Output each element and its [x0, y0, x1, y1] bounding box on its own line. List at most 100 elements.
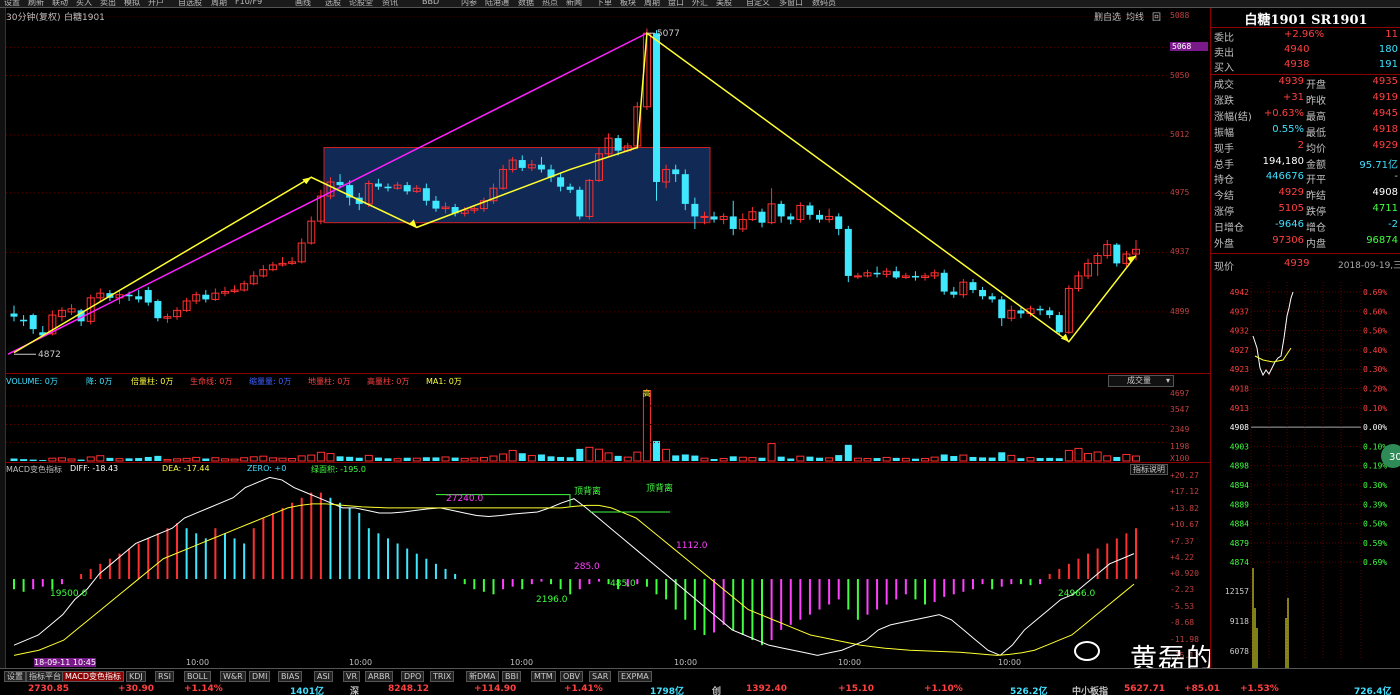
indicator-tab[interactable]: ASI: [314, 671, 333, 682]
volume-bar: [767, 443, 776, 462]
volume-bar: [825, 457, 834, 462]
mini-volume-tick: 6078: [1230, 647, 1249, 656]
toolbar-item-26[interactable]: 板块: [620, 0, 636, 7]
candle-body-up: [700, 215, 709, 218]
indicator-tab[interactable]: BOLL: [184, 671, 211, 682]
intraday-mini-chart[interactable]: 4942 0.69% 4937 0.60% 4932 0.50% 4927 0.40% 4923…: [1211, 278, 1400, 668]
volume-bar: [1113, 456, 1121, 461]
indicator-tab[interactable]: W&R: [220, 671, 246, 682]
indicator-tab[interactable]: 指标平台: [26, 671, 64, 682]
indicator-tab[interactable]: OBV: [560, 671, 584, 682]
quote-row-2: 买入 4938 191: [1214, 59, 1400, 74]
index-value: 中小板指: [1072, 687, 1109, 695]
volume-bar: [748, 457, 757, 462]
toolbar-item-3[interactable]: 买入: [76, 0, 92, 7]
chevron-down-icon: ▾: [1165, 376, 1170, 385]
mini-price-tick: 4879: [1230, 539, 1249, 548]
quote-value: 4929: [1372, 139, 1398, 151]
toolbar-item-13[interactable]: 选股: [325, 0, 341, 7]
toolbar-item-6[interactable]: 开户: [148, 0, 164, 7]
candle-body-down: [202, 294, 210, 300]
indicator-tab[interactable]: ARBR: [365, 671, 394, 682]
indicator-tab[interactable]: EXPMA: [618, 671, 652, 682]
volume-chart[interactable]: 高: [6, 388, 1168, 463]
candle-body-down: [844, 228, 852, 276]
top-toolbar: 设置 刷新 联动 买入 卖出 模拟 开户 自选股 周期 F10/F9 画线 选股 论股堂 资讯 BBD 内参 陆…: [0, 0, 1400, 8]
toolbar-item-15[interactable]: 资讯: [382, 0, 398, 7]
indicator-tab[interactable]: 设置: [4, 671, 26, 682]
macd-annotation: 顶背离: [574, 485, 601, 497]
indicator-tab[interactable]: MACD变色指标: [62, 671, 124, 682]
index-value: +1.41%: [564, 684, 603, 694]
candle-body-down: [911, 275, 919, 278]
quote-value: 446676: [1265, 171, 1304, 183]
indicator-tab[interactable]: TRIX: [430, 671, 455, 682]
toolbar-item-10[interactable]: F10/F9: [235, 0, 262, 6]
indicator-tab[interactable]: VR: [343, 671, 361, 682]
arrowhead: [1060, 333, 1069, 342]
candle-body-down: [672, 169, 680, 175]
index-value: 5627.71: [1124, 684, 1165, 694]
toolbar-item-34[interactable]: 数码员: [812, 0, 836, 7]
volume-bar: [700, 457, 709, 462]
toolbar-item-27[interactable]: 周期: [644, 0, 660, 7]
toolbar-item-8[interactable]: 自选股: [178, 0, 202, 7]
toolbar-item-19[interactable]: 内参: [461, 0, 477, 7]
toolbar-item-20[interactable]: 陆港通: [485, 0, 509, 7]
indicator-tab[interactable]: KDJ: [126, 671, 146, 682]
price-axis-tick: 5068: [1170, 42, 1208, 52]
toolbar-item-28[interactable]: 盘口: [668, 0, 684, 7]
toolbar-item-2[interactable]: 联动: [52, 0, 68, 7]
volume-bar: [729, 456, 737, 461]
macd-axis-tick: +10.67: [1170, 519, 1199, 529]
indicator-tab[interactable]: MTM: [531, 671, 556, 682]
volume-bar: [585, 446, 594, 462]
indicator-tab[interactable]: 新DMA: [466, 671, 499, 682]
quote-grid-row-4: 现手 2 均价 4929: [1214, 140, 1400, 155]
macd-chart[interactable]: 顶背离 顶背离 27240.0 1112.0 285.0 19500.0 2196.0 485…: [6, 476, 1168, 658]
toolbar-item-11[interactable]: 画线: [295, 0, 311, 7]
toolbar-item-17[interactable]: BBD: [422, 0, 439, 6]
volume-bar: [77, 459, 85, 461]
quote-row-0: 委比 +2.96% 11: [1214, 29, 1400, 44]
indicator-tab[interactable]: RSI: [155, 671, 174, 682]
mini-price-tick: 4894: [1230, 481, 1249, 490]
candle-body-down: [1113, 244, 1121, 264]
toolbar-item-23[interactable]: 新闻: [566, 0, 582, 7]
macd-annotation: 24966.0: [1058, 589, 1095, 599]
toolbar-item-29[interactable]: 外汇: [692, 0, 708, 7]
volume-bar: [1055, 458, 1063, 461]
volume-bar: [777, 456, 785, 461]
indicator-tab[interactable]: DMI: [249, 671, 271, 682]
volume-bar: [940, 454, 948, 461]
candle-body-down: [758, 211, 766, 223]
toolbar-item-32[interactable]: 自定义: [746, 0, 770, 7]
indicator-tab[interactable]: DPO: [401, 671, 425, 682]
toolbar-item-22[interactable]: 热点: [542, 0, 558, 7]
toolbar-item-4[interactable]: 卖出: [100, 0, 116, 7]
indicator-help-button[interactable]: 指标说明: [1130, 464, 1168, 475]
toolbar-item-1[interactable]: 刷新: [28, 0, 44, 7]
volume-bar: [950, 456, 958, 461]
candlestick-chart[interactable]: 5077 4872: [6, 16, 1168, 381]
indicator-tab[interactable]: BBI: [502, 671, 522, 682]
indicator-tab[interactable]: SAR: [589, 671, 612, 682]
index-value: +114.90: [474, 684, 517, 694]
indicator-tab[interactable]: BIAS: [278, 671, 303, 682]
volume-legend-item: 地量柱: 0万: [308, 377, 351, 386]
toolbar-item-14[interactable]: 论股堂: [349, 0, 373, 7]
toolbar-item-5[interactable]: 模拟: [124, 0, 140, 7]
volume-bar: [364, 454, 373, 462]
toolbar-item-30[interactable]: 美股: [716, 0, 732, 7]
volume-indicator-dropdown[interactable]: 成交量 ▾: [1108, 375, 1174, 387]
toolbar-item-0[interactable]: 设置: [4, 0, 20, 7]
volume-bar: [346, 456, 354, 461]
toolbar-item-21[interactable]: 数据: [518, 0, 534, 7]
mini-pct-tick: 0.69%: [1363, 288, 1387, 297]
toolbar-item-9[interactable]: 周期: [211, 0, 227, 7]
toolbar-item-33[interactable]: 多窗口: [779, 0, 803, 7]
quote-label: 持仓: [1214, 175, 1234, 187]
volume-bar: [86, 456, 95, 462]
volume-axis-tick: 1198: [1170, 442, 1190, 451]
toolbar-item-25[interactable]: 下单: [596, 0, 612, 7]
